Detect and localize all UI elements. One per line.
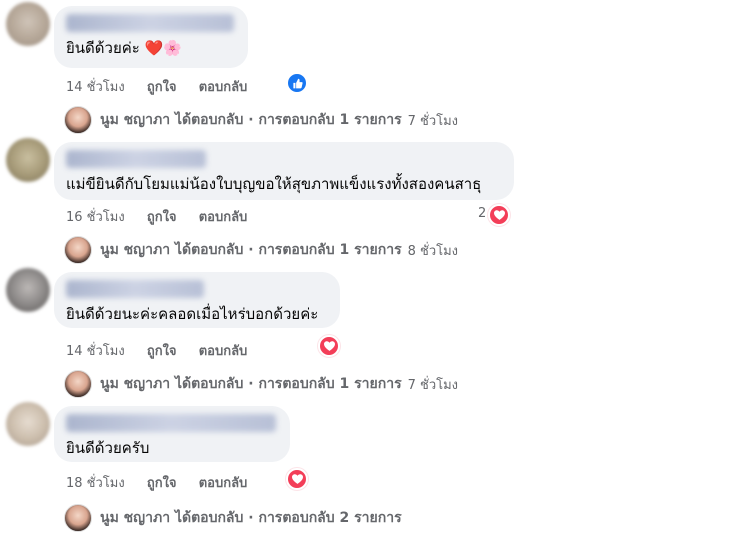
replier-avatar: [64, 370, 92, 398]
commenter-avatar[interactable]: [6, 402, 50, 446]
comment-bubble: ยินดีด้วยนะค่ะคลอดเมื่อไหร่บอกด้วยค่ะ: [54, 272, 340, 328]
comment-meta: 14 ชั่วโมง ถูกใจ ตอบกลับ: [66, 340, 265, 361]
commenter-name-blurred[interactable]: [66, 150, 206, 168]
reply-button[interactable]: ตอบกลับ: [199, 80, 248, 95]
replier-avatar: [64, 106, 92, 134]
commenter-avatar[interactable]: [6, 2, 50, 46]
replier-name: นูม ชญาภา: [100, 510, 171, 526]
reply-summary[interactable]: นูม ชญาภา ได้ตอบกลับ · การตอบกลับ 1 รายก…: [64, 370, 458, 398]
reply-summary-text: ได้ตอบกลับ · การตอบกลับ 1 รายการ: [174, 242, 402, 258]
reply-summary-text: ได้ตอบกลับ · การตอบกลับ 1 รายการ: [174, 376, 402, 392]
reply-button[interactable]: ตอบกลับ: [199, 344, 248, 359]
heart-icon[interactable]: [286, 468, 308, 490]
reply-summary-text: ได้ตอบกลับ · การตอบกลับ 2 รายการ: [174, 510, 402, 526]
reply-button[interactable]: ตอบกลับ: [199, 210, 248, 225]
like-button[interactable]: ถูกใจ: [147, 476, 177, 491]
replier-name: นูม ชญาภา: [100, 112, 171, 128]
reply-summary[interactable]: นูม ชญาภา ได้ตอบกลับ · การตอบกลับ 1 รายก…: [64, 236, 458, 264]
commenter-avatar[interactable]: [6, 268, 50, 312]
reply-button[interactable]: ตอบกลับ: [199, 476, 248, 491]
replier-name: นูม ชญาภา: [100, 242, 171, 258]
commenter-avatar[interactable]: [6, 138, 50, 182]
comment-time[interactable]: 16 ชั่วโมง: [66, 210, 125, 225]
comment-time[interactable]: 14 ชั่วโมง: [66, 344, 125, 359]
comment-time[interactable]: 18 ชั่วโมง: [66, 476, 125, 491]
commenter-name-blurred[interactable]: [66, 280, 204, 298]
reply-time: 7 ชั่วโมง: [407, 377, 459, 393]
like-button[interactable]: ถูกใจ: [147, 344, 177, 359]
reaction-count[interactable]: 2: [478, 206, 486, 221]
replier-avatar: [64, 236, 92, 264]
comment-text: ยินดีด้วยค่ะ ❤️🌸: [66, 39, 182, 57]
comment-text: แม่ขียินดีกับโยมแม่น้องใบบุญขอให้สุขภาพแ…: [66, 175, 482, 193]
comment-meta: 14 ชั่วโมง ถูกใจ ตอบกลับ: [66, 76, 265, 97]
reply-time: 7 ชั่วโมง: [407, 113, 459, 129]
comment-time[interactable]: 14 ชั่วโมง: [66, 80, 125, 95]
comment-text: ยินดีด้วยนะค่ะคลอดเมื่อไหร่บอกด้วยค่ะ: [66, 305, 319, 323]
reply-summary[interactable]: นูม ชญาภา ได้ตอบกลับ · การตอบกลับ 1 รายก…: [64, 106, 458, 134]
like-button[interactable]: ถูกใจ: [147, 80, 177, 95]
comment-meta: 16 ชั่วโมง ถูกใจ ตอบกลับ: [66, 206, 265, 227]
commenter-name-blurred[interactable]: [66, 14, 234, 32]
heart-icon[interactable]: [488, 204, 510, 226]
reply-summary[interactable]: นูม ชญาภา ได้ตอบกลับ · การตอบกลับ 2 รายก…: [64, 504, 402, 532]
comment-bubble: แม่ขียินดีกับโยมแม่น้องใบบุญขอให้สุขภาพแ…: [54, 142, 514, 200]
comment-meta: 18 ชั่วโมง ถูกใจ ตอบกลับ: [66, 472, 265, 493]
commenter-name-blurred[interactable]: [66, 414, 276, 432]
replier-name: นูม ชญาภา: [100, 376, 171, 392]
comment-text: ยินดีด้วยครับ: [66, 439, 150, 457]
reply-summary-text: ได้ตอบกลับ · การตอบกลับ 1 รายการ: [174, 112, 402, 128]
comment-bubble: ยินดีด้วยค่ะ ❤️🌸: [54, 6, 248, 68]
heart-icon[interactable]: [318, 335, 340, 357]
like-icon[interactable]: [286, 72, 308, 94]
like-button[interactable]: ถูกใจ: [147, 210, 177, 225]
reply-time: 8 ชั่วโมง: [407, 243, 459, 259]
comment-bubble: ยินดีด้วยครับ: [54, 406, 290, 462]
replier-avatar: [64, 504, 92, 532]
